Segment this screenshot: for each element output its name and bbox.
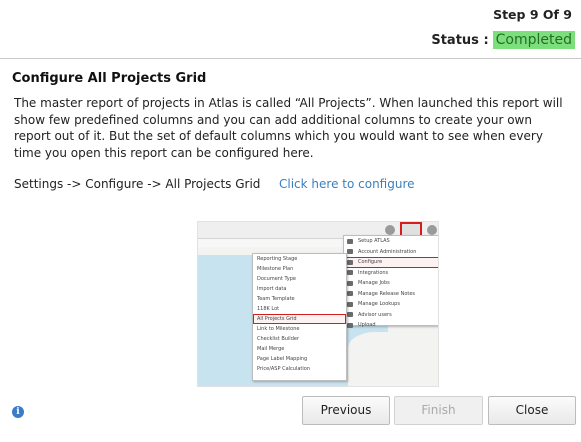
configure-submenu-item: 118K Lot <box>257 306 280 312</box>
step-indicator: Step 9 Of 9 <box>493 7 572 22</box>
configure-submenu-item: Checklist Builder <box>257 336 299 342</box>
previous-button[interactable]: Previous <box>302 396 390 425</box>
settings-menu-item: Manage Lookups <box>344 299 438 310</box>
settings-menu: Setup ATLAS Account Administration Confi… <box>343 235 438 328</box>
configure-submenu-item: Reporting Stage <box>257 256 298 262</box>
status-label: Status : <box>431 32 489 48</box>
configure-submenu-item: Import data <box>257 286 287 292</box>
configure-submenu: Reporting Stage Milestone Plan Document … <box>252 253 347 381</box>
settings-menu-item: Manage Release Notes <box>344 289 438 300</box>
page-title: Configure All Projects Grid <box>12 71 207 86</box>
configure-submenu-item: Team Template <box>257 296 295 302</box>
configure-submenu-item: Price/ASP Calculation <box>257 366 310 372</box>
configure-submenu-item-all-projects-grid: All Projects Grid <box>253 314 346 324</box>
description-text: The master report of projects in Atlas i… <box>14 96 563 160</box>
settings-menu-item-configure: Configure <box>344 257 438 268</box>
configure-submenu-item: Page Label Mapping <box>257 356 308 362</box>
configure-submenu-item: Milestone Plan <box>257 266 294 272</box>
configure-screenshot-image: Setup ATLAS Account Administration Confi… <box>197 221 439 387</box>
status-badge: Completed <box>492 31 575 49</box>
navigation-path: Settings -> Configure -> All Projects Gr… <box>14 177 261 191</box>
configure-submenu-item: Link to Milestone <box>257 326 300 332</box>
status-row: Status : Completed <box>431 31 575 49</box>
finish-button[interactable]: Finish <box>394 396 483 425</box>
settings-menu-item: Setup ATLAS <box>344 236 438 247</box>
settings-menu-item: Advisor users <box>344 310 438 321</box>
settings-menu-item: Account Administration <box>344 247 438 258</box>
configure-submenu-item: Mail Merge <box>257 346 285 352</box>
header-divider <box>0 58 581 59</box>
settings-menu-item: Upload <box>344 320 438 331</box>
settings-menu-item: Integrations <box>344 268 438 279</box>
info-icon[interactable]: i <box>12 406 24 418</box>
settings-menu-item: Manage Jobs <box>344 278 438 289</box>
close-button[interactable]: Close <box>488 396 576 425</box>
configure-submenu-item: Document Type <box>257 276 296 282</box>
configure-link[interactable]: Click here to configure <box>279 177 415 191</box>
